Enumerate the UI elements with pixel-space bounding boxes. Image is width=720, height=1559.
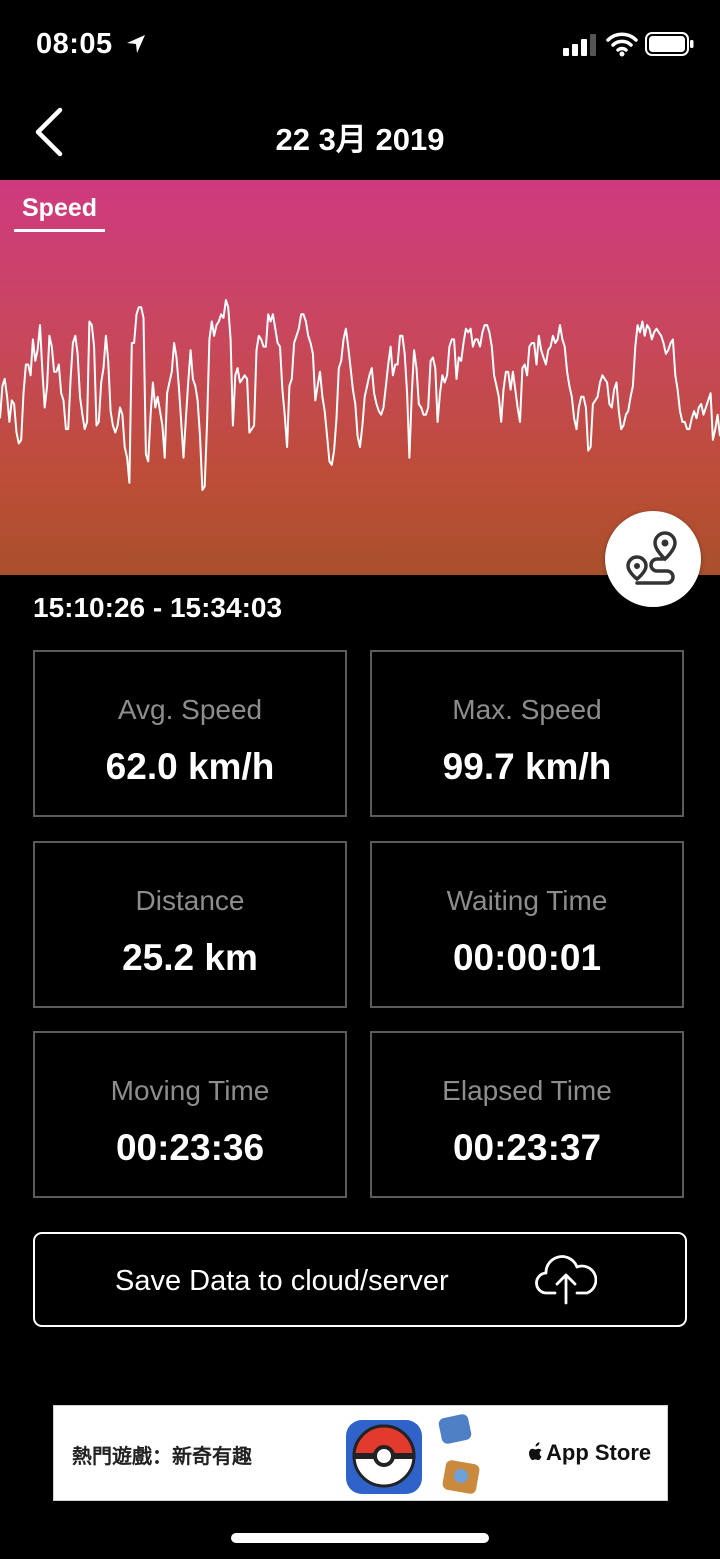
- route-map-button[interactable]: [605, 511, 701, 607]
- stat-label: Avg. Speed: [117, 694, 263, 725]
- stat-value: 62.0 km/h: [105, 746, 275, 787]
- stat-label: Elapsed Time: [442, 1075, 612, 1106]
- page-title: 22 3月 2019: [275, 122, 445, 157]
- game-tiles-icon: [438, 1414, 480, 1494]
- stat-label: Max. Speed: [452, 694, 602, 725]
- pokeball-icon: [346, 1420, 422, 1494]
- apple-logo-icon: [529, 1442, 542, 1461]
- wifi-icon: [606, 32, 638, 57]
- stat-card-moving-time: Moving Time 00:23:36: [33, 1031, 347, 1198]
- chart-tab-speed[interactable]: Speed: [14, 194, 106, 232]
- location-arrow-icon: [127, 35, 145, 53]
- time-range: 15:10:26 - 15:34:03: [33, 592, 283, 623]
- speed-chart: Speed: [0, 180, 720, 575]
- save-data-label: Save Data to cloud/server: [115, 1265, 449, 1297]
- stat-card-elapsed-time: Elapsed Time 00:23:37: [370, 1031, 684, 1198]
- route-map-icon: [626, 531, 677, 585]
- status-bar: 08:05: [0, 0, 720, 90]
- nav-bar: 22 3月 2019: [0, 90, 720, 180]
- app-store-badge: App Store: [526, 1440, 651, 1466]
- speed-chart-plot: [0, 299, 720, 491]
- stat-label: Moving Time: [110, 1075, 270, 1106]
- stat-card-max-speed: Max. Speed 99.7 km/h: [370, 650, 684, 817]
- stat-card-distance: Distance 25.2 km: [33, 841, 347, 1008]
- home-indicator: [231, 1533, 489, 1543]
- stat-value: 00:00:01: [452, 937, 602, 978]
- stat-value: 00:23:36: [115, 1127, 265, 1168]
- stat-card-avg-speed: Avg. Speed 62.0 km/h: [33, 650, 347, 817]
- status-time: 08:05: [36, 28, 113, 60]
- speed-series-line: [0, 299, 720, 491]
- signal-icon: [563, 34, 596, 56]
- stat-label: Waiting Time: [446, 885, 608, 916]
- stat-value: 00:23:37: [452, 1127, 602, 1168]
- stat-card-waiting-time: Waiting Time 00:00:01: [370, 841, 684, 1008]
- stat-label: Distance: [135, 885, 245, 916]
- save-data-button[interactable]: Save Data to cloud/server: [33, 1232, 687, 1327]
- ad-banner[interactable]: 熱門遊戲：新奇有趣 App Store: [53, 1405, 668, 1501]
- stat-value: 25.2 km: [122, 937, 258, 978]
- stat-value: 99.7 km/h: [442, 746, 612, 787]
- app-store-label: App Store: [546, 1440, 652, 1465]
- battery-icon: [645, 32, 694, 56]
- ad-text: 熱門遊戲：新奇有趣: [72, 1446, 252, 1468]
- cloud-upload-icon: [535, 1255, 597, 1305]
